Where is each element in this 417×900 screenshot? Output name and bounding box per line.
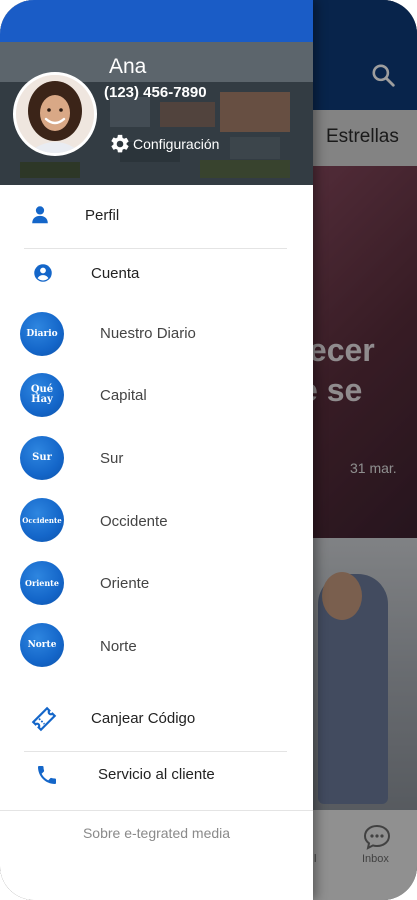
edition-label: Norte	[100, 638, 137, 655]
menu-item-label: Perfil	[85, 207, 120, 224]
account-circle-icon	[34, 264, 52, 282]
menu-item-label: Cuenta	[91, 265, 140, 282]
edition-capital[interactable]: Qué Hay Capital	[0, 373, 313, 421]
avatar[interactable]	[13, 72, 97, 156]
badge-text: Oriente	[25, 578, 59, 588]
settings-label: Configuración	[133, 136, 220, 152]
menu-item-label: Canjear Código	[91, 710, 196, 727]
ticket-icon	[31, 706, 57, 732]
edition-label: Nuestro Diario	[100, 325, 196, 342]
edition-label: Sur	[100, 450, 124, 467]
edition-label: Capital	[100, 387, 147, 404]
menu-item-label: Servicio al cliente	[98, 766, 215, 783]
person-icon	[32, 206, 48, 224]
edition-sur[interactable]: Sur Sur	[0, 436, 313, 484]
nuestro-diario-logo: Diario	[20, 312, 64, 356]
phone-icon	[38, 766, 56, 784]
avatar-portrait	[16, 75, 94, 153]
drawer-footer: Sobre e-tegrated media	[0, 810, 313, 900]
oriente-logo: Oriente	[20, 561, 64, 605]
menu-item-servicio-al-cliente[interactable]: Servicio al cliente	[0, 752, 313, 806]
edition-label: Occidente	[100, 513, 168, 530]
user-name: Ana	[109, 55, 147, 78]
badge-text: Qué Hay	[30, 384, 54, 405]
edition-occidente[interactable]: Occidente Occidente	[0, 498, 313, 546]
capital-logo: Qué Hay	[20, 373, 64, 417]
edition-oriente[interactable]: Oriente Oriente	[0, 561, 313, 609]
user-phone: (123) 456-7890	[104, 84, 207, 101]
phone-screen: Estrellas lecer e se 31 mar. l Inbox	[0, 0, 417, 900]
edition-label: Oriente	[100, 575, 150, 592]
edition-norte[interactable]: Norte Norte	[0, 623, 313, 671]
sur-logo: Sur	[20, 436, 64, 480]
menu-item-cuenta[interactable]: Cuenta	[0, 249, 313, 299]
edition-nuestro-diario[interactable]: Diario Nuestro Diario	[0, 310, 313, 358]
occidente-logo: Occidente	[20, 498, 64, 542]
badge-text: Sur	[32, 452, 52, 463]
drawer-header: Ana (123) 456-7890 Configuración	[0, 42, 313, 185]
gear-icon	[111, 134, 129, 153]
badge-text: Norte	[27, 639, 57, 650]
badge-text: Occidente	[22, 515, 62, 525]
settings-button[interactable]: Configuración	[109, 133, 219, 155]
badge-text: Diario	[26, 328, 58, 339]
norte-logo: Norte	[20, 623, 64, 667]
menu-item-canjear-codigo[interactable]: Canjear Código	[0, 694, 313, 750]
menu-item-perfil[interactable]: Perfil	[0, 185, 313, 247]
navigation-drawer: Ana (123) 456-7890 Configuración Perfil	[0, 0, 313, 900]
about-link[interactable]: Sobre e-tegrated media	[0, 825, 313, 841]
status-bar	[0, 0, 313, 42]
